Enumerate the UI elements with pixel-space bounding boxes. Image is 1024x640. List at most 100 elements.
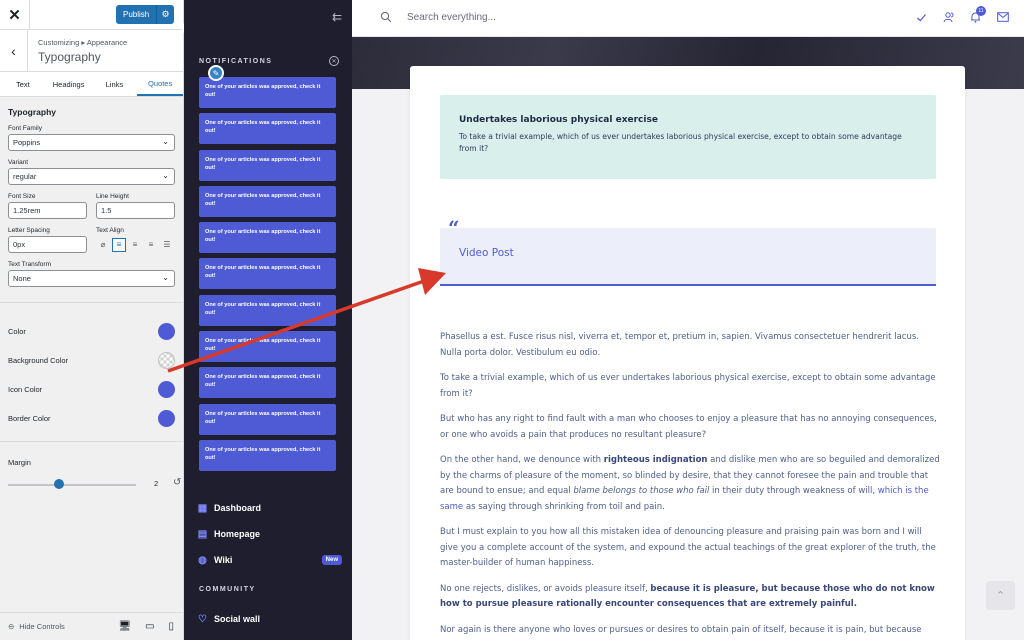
icon-color-swatch[interactable]	[158, 381, 175, 398]
close-icon[interactable]: ✕	[0, 0, 30, 30]
clear-align-icon[interactable]: ⌀	[96, 238, 110, 252]
line-height-label: Line Height	[96, 193, 129, 200]
text-align-label: Text Align	[96, 227, 124, 234]
sidebar-nav: ▦ Dashboard ▤ Homepage ◍ Wiki New	[197, 495, 342, 573]
notification-card[interactable]: One of your articles was approved, check…	[199, 403, 336, 435]
customizer-panel: ✕ Publish ⚙ ‹ Customizing ▸ Appearance T…	[0, 0, 184, 640]
margin-label: Margin	[8, 458, 31, 467]
font-size-input[interactable]: 1.25rem	[8, 202, 87, 219]
font-family-select[interactable]: Poppins ⌄	[8, 134, 175, 151]
back-arrow-icon[interactable]: ‹	[0, 30, 28, 72]
chevron-down-icon: ⌄	[162, 171, 169, 180]
hide-controls-label: Hide Controls	[19, 622, 65, 631]
notification-card[interactable]: One of your articles was approved, check…	[199, 222, 336, 254]
edit-shortcut-pencil-icon[interactable]: ✎	[208, 65, 224, 81]
sidebar-item-social-wall[interactable]: ♡ Social wall	[197, 606, 260, 632]
variant-value: regular	[13, 172, 37, 181]
text-transform-value: None	[13, 274, 31, 283]
customizer-footer: ⊖ Hide Controls 🖥 ▭ ▯	[0, 612, 183, 640]
reset-icon[interactable]: ↺	[173, 477, 181, 488]
paragraph: No one rejects, dislikes, or avoids plea…	[440, 582, 940, 613]
color-swatch[interactable]	[158, 323, 175, 340]
search-icon[interactable]	[380, 11, 392, 23]
text-run: On the other hand, we denounce with	[440, 455, 604, 465]
gear-icon[interactable]: ⚙	[156, 5, 174, 24]
notification-card[interactable]: One of your articles was approved, check…	[199, 439, 336, 471]
hide-controls-button[interactable]: ⊖ Hide Controls	[8, 622, 118, 631]
section-header: ‹ Customizing ▸ Appearance Typography	[0, 30, 183, 72]
border-color-swatch[interactable]	[158, 410, 175, 427]
align-center-icon[interactable]: ≡	[128, 238, 142, 252]
callout-text: To take a trivial example, which of us e…	[459, 132, 902, 153]
article-card: Undertakes laborious physical exercise T…	[410, 66, 965, 640]
tab-headings[interactable]: Headings	[46, 72, 92, 96]
color-label: Color	[8, 327, 26, 336]
sidebar-item-homepage[interactable]: ▤ Homepage	[197, 521, 342, 547]
close-circle-icon[interactable]: ✕	[329, 56, 339, 66]
background-color-swatch[interactable]	[158, 352, 175, 369]
mail-icon[interactable]	[996, 10, 1009, 24]
notification-card[interactable]: One of your articles was approved, check…	[199, 331, 336, 363]
collapse-menu-icon[interactable]: ⇇	[332, 10, 342, 24]
margin-slider[interactable]: 2 ↺	[8, 475, 181, 495]
notification-card[interactable]: One of your articles was approved, check…	[199, 185, 336, 217]
sidebar-item-label: Homepage	[214, 529, 261, 539]
color-controls: Color Background Color Icon Color Border…	[8, 317, 175, 433]
chevron-down-icon: ⌄	[162, 137, 169, 146]
notifications-title: NOTIFICATIONS	[199, 57, 273, 65]
bold-text: righteous indignation	[603, 455, 708, 465]
font-family-label: Font Family	[8, 125, 42, 132]
dashboard-icon: ▦	[197, 502, 208, 514]
typography-tabs: Text Headings Links Quotes	[0, 72, 183, 97]
background-color-label: Background Color	[8, 356, 69, 365]
margin-value: 2	[154, 479, 159, 488]
tab-links[interactable]: Links	[92, 72, 138, 96]
text-run: as saying through shrinking from toil an…	[463, 501, 665, 512]
sidebar-item-label: Dashboard	[214, 503, 262, 513]
top-bar: Search everything... 11	[352, 0, 1024, 37]
tab-quotes[interactable]: Quotes	[137, 72, 183, 96]
align-justify-icon[interactable]: ☰	[160, 238, 174, 252]
users-icon[interactable]	[942, 10, 955, 24]
notification-card[interactable]: One of your articles was approved, check…	[199, 294, 336, 326]
notification-card[interactable]: One of your articles was approved, check…	[199, 367, 336, 399]
sidebar-item-dashboard[interactable]: ▦ Dashboard	[197, 495, 342, 521]
align-left-icon[interactable]: ≡	[112, 237, 126, 252]
publish-button[interactable]: Publish ⚙	[116, 5, 174, 24]
tab-text[interactable]: Text	[0, 72, 46, 96]
notification-card[interactable]: One of your articles was approved, check…	[199, 149, 336, 181]
align-right-icon[interactable]: ≡	[144, 238, 158, 252]
text-transform-select[interactable]: None ⌄	[8, 270, 175, 287]
paragraph: Nor again is there anyone who loves or p…	[440, 624, 922, 635]
variant-label: Variant	[8, 159, 29, 166]
color-row: Color	[8, 317, 175, 346]
font-size-label: Font Size	[8, 193, 36, 200]
letter-spacing-input[interactable]: 0px	[8, 236, 87, 253]
border-color-label: Border Color	[8, 414, 51, 423]
sidebar-item-label: Social wall	[214, 614, 261, 624]
tablet-icon[interactable]: ▭	[145, 621, 154, 632]
italic-text: blame belongs to those who fail	[573, 486, 710, 496]
wiki-icon: ◍	[198, 554, 207, 566]
spacing-row: Letter Spacing 0px Text Align ⌀ ≡ ≡ ≡ ☰	[8, 219, 175, 253]
line-height-input[interactable]: 1.5	[96, 202, 175, 219]
topbar-icons: 11	[915, 6, 1009, 24]
notification-card[interactable]: One of your articles was approved, check…	[199, 113, 336, 145]
sidebar-item-wiki[interactable]: ◍ Wiki New	[197, 547, 342, 573]
notification-count-badge: 11	[976, 6, 986, 16]
chevron-down-icon: ⌄	[162, 273, 169, 282]
slider-track[interactable]	[8, 484, 136, 486]
new-badge: New	[321, 555, 342, 565]
scroll-to-top-button[interactable]: ⌃	[986, 581, 1015, 610]
slider-handle[interactable]	[54, 479, 65, 489]
notification-card[interactable]: One of your articles was approved, check…	[199, 77, 336, 108]
text-transform-label: Text Transform	[8, 261, 51, 268]
desktop-icon[interactable]: 🖥	[118, 621, 131, 632]
notification-card[interactable]: One of your articles was approved, check…	[199, 258, 336, 290]
variant-select[interactable]: regular ⌄	[8, 168, 175, 185]
mobile-icon[interactable]: ▯	[168, 621, 174, 632]
search-input[interactable]: Search everything...	[407, 12, 496, 23]
check-icon[interactable]	[915, 10, 928, 24]
bell-icon[interactable]: 11	[969, 6, 986, 24]
breadcrumb: Customizing ▸ Appearance	[38, 38, 128, 47]
